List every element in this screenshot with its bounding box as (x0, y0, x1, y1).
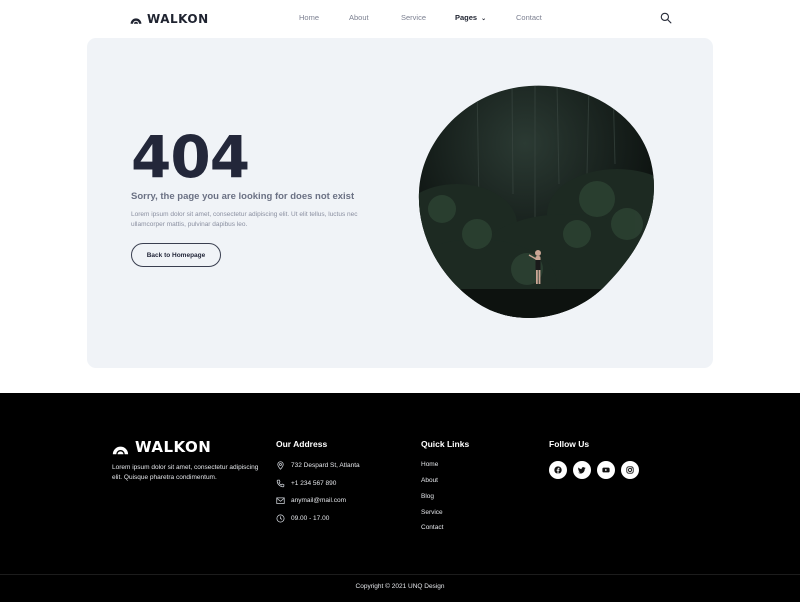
footer-link-home[interactable]: Home (421, 461, 438, 468)
youtube-button[interactable] (597, 461, 615, 479)
footer-about-text: Lorem ipsum dolor sit amet, consectetur … (112, 464, 259, 481)
hours-text: 09.00 - 17.00 (291, 515, 330, 522)
youtube-icon (602, 467, 610, 473)
nav-pages[interactable]: Pages ⌄ (455, 13, 486, 22)
brand-mark-icon (112, 446, 129, 454)
twitter-button[interactable] (573, 461, 591, 479)
phone-text: +1 234 567 890 (291, 480, 337, 487)
footer-brand-name: WALKON (135, 438, 212, 456)
mail-icon (276, 497, 285, 504)
back-to-homepage-button[interactable]: Back to Homepage (131, 243, 221, 267)
twitter-icon (578, 467, 586, 474)
chevron-down-icon: ⌄ (481, 16, 487, 22)
footer-link-about[interactable]: About (421, 477, 438, 484)
footer-divider (0, 574, 800, 575)
address-text: 732 Despard St, Atlanta (291, 462, 360, 469)
site-header: WALKON Home About Service Pages ⌄ Contact (0, 0, 800, 38)
footer-link-blog[interactable]: Blog (421, 493, 434, 500)
nav-pages-label: Pages (455, 13, 478, 22)
main-nav: Home About Service Pages ⌄ Contact (0, 13, 800, 25)
clock-icon (276, 514, 285, 523)
nav-home[interactable]: Home (299, 13, 319, 22)
facebook-icon (554, 466, 562, 474)
social-links (549, 461, 639, 479)
footer-link-contact[interactable]: Contact (421, 524, 443, 531)
location-icon (277, 461, 284, 470)
nav-service[interactable]: Service (401, 13, 426, 22)
nav-about[interactable]: About (349, 13, 369, 22)
hours-row: 09.00 - 17.00 (276, 514, 329, 523)
error-code: 404 (131, 123, 250, 191)
footer-brand-logo[interactable]: WALKON (112, 438, 211, 456)
copyright-text: Copyright © 2021 UNQ Design (355, 583, 445, 590)
instagram-button[interactable] (621, 461, 639, 479)
address-heading: Our Address (276, 439, 328, 449)
footer-link-service[interactable]: Service (421, 509, 443, 516)
phone-icon (276, 479, 285, 488)
facebook-button[interactable] (549, 461, 567, 479)
instagram-icon (626, 466, 634, 474)
email-row: anymail@mail.com (276, 496, 346, 505)
error-card: 404 Sorry, the page you are looking for … (87, 38, 713, 368)
error-description: Lorem ipsum dolor sit amet, consectetur … (131, 211, 358, 228)
nav-contact[interactable]: Contact (516, 13, 542, 22)
error-title: Sorry, the page you are looking for does… (131, 191, 355, 202)
address-row: 732 Despard St, Atlanta (276, 461, 360, 470)
email-text[interactable]: anymail@mail.com (291, 497, 346, 504)
forest-waterfall-image (418, 85, 654, 318)
site-footer: WALKON Lorem ipsum dolor sit amet, conse… (0, 393, 800, 602)
phone-row: +1 234 567 890 (276, 479, 336, 488)
quick-links-heading: Quick Links (421, 439, 470, 449)
follow-us-heading: Follow Us (549, 439, 590, 449)
search-icon[interactable] (660, 12, 672, 24)
